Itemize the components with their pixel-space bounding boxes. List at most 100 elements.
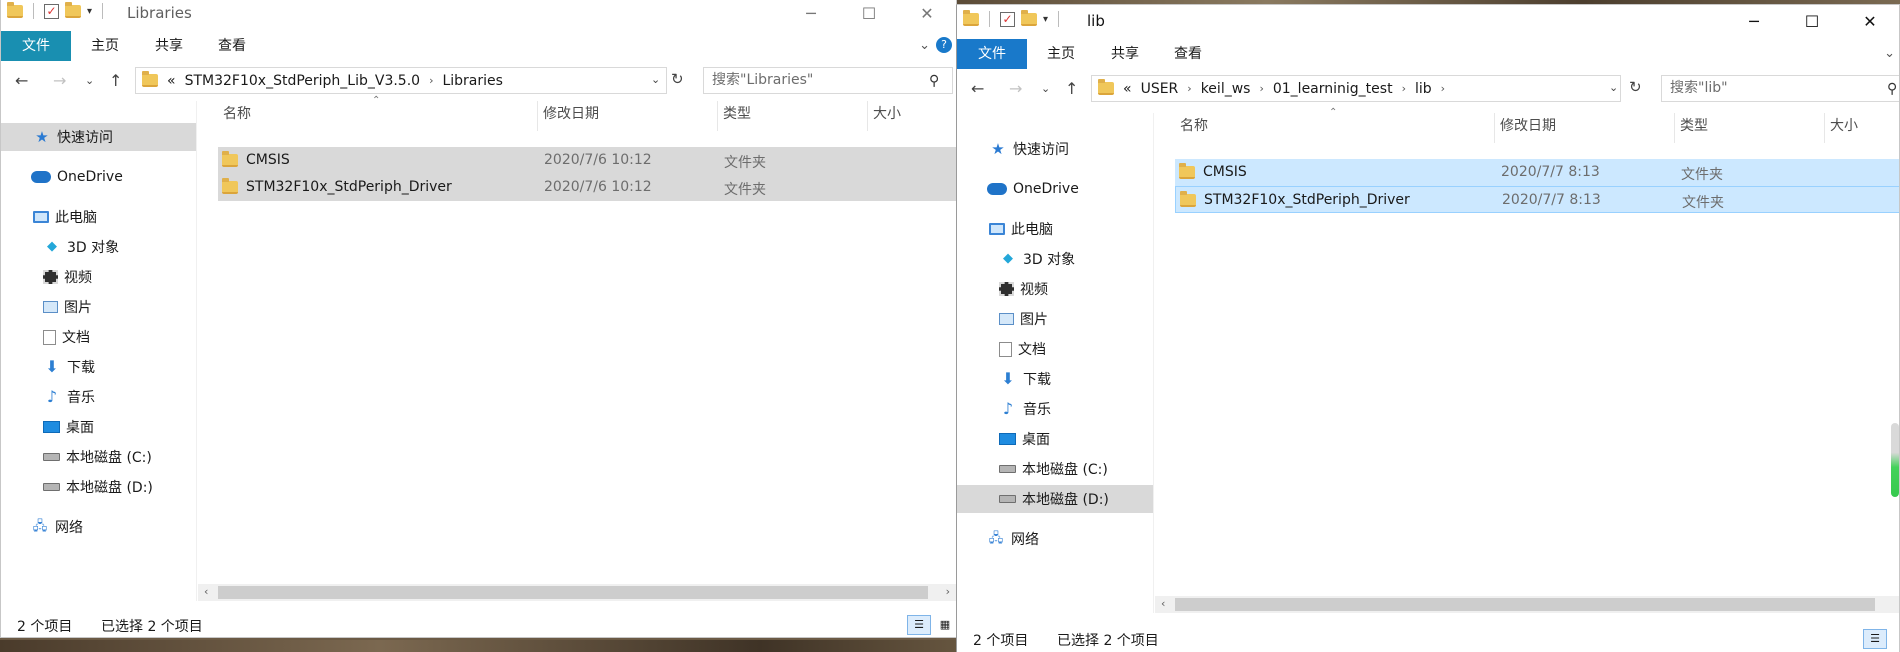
tab-share[interactable]: 共享 <box>149 31 189 61</box>
scroll-right-icon[interactable]: › <box>946 585 950 598</box>
nav-this-pc[interactable]: 此电脑 <box>1 203 196 231</box>
customize-toolbar-icon[interactable]: ▾ <box>1043 14 1048 25</box>
help-icon[interactable]: ? <box>936 37 952 53</box>
address-dropdown-icon[interactable]: ⌄ <box>651 73 660 86</box>
address-overflow[interactable]: « <box>1123 81 1132 97</box>
search-icon[interactable]: ⚲ <box>929 73 939 89</box>
nav-downloads[interactable]: ⬇ 下载 <box>1 353 196 381</box>
chevron-right-icon[interactable]: › <box>1402 82 1406 95</box>
address-bar[interactable]: « STM32F10x_StdPeriph_Lib_V3.5.0 › Libra… <box>135 67 667 94</box>
close-icon[interactable]: ✕ <box>898 0 956 29</box>
tab-home[interactable]: 主页 <box>1041 39 1081 69</box>
title-bar[interactable]: ✓ ▾ Libraries ─ ☐ ✕ <box>1 0 956 31</box>
recent-locations-icon[interactable]: ⌄ <box>1041 82 1050 95</box>
column-date[interactable]: 修改日期 <box>1495 113 1675 143</box>
refresh-icon[interactable]: ↻ <box>671 70 684 88</box>
properties-icon[interactable]: ✓ <box>1000 11 1015 27</box>
chevron-right-icon[interactable]: › <box>1187 82 1191 95</box>
nav-drive-d[interactable]: 本地磁盘 (D:) <box>957 485 1153 513</box>
new-folder-icon[interactable] <box>1021 9 1037 26</box>
nav-3d-objects[interactable]: ◆ 3D 对象 <box>1 233 196 261</box>
large-icons-view-icon[interactable]: ▦ <box>933 615 956 635</box>
minimize-icon[interactable]: ─ <box>782 0 840 29</box>
forward-arrow-icon[interactable]: → <box>53 71 66 90</box>
nav-videos[interactable]: 视频 <box>1 263 196 291</box>
search-icon[interactable]: ⚲ <box>1887 81 1897 97</box>
horizontal-scrollbar[interactable]: ‹ <box>1155 596 1899 613</box>
file-row-driver[interactable]: STM32F10x_StdPeriph_Driver 2020/7/7 8:13… <box>1175 186 1899 213</box>
horizontal-scrollbar[interactable]: ‹ › <box>198 584 956 601</box>
nav-music[interactable]: ♪ 音乐 <box>957 395 1153 423</box>
nav-3d-objects[interactable]: ◆ 3D 对象 <box>957 245 1153 273</box>
properties-icon[interactable]: ✓ <box>44 3 59 19</box>
search-input[interactable]: 搜索"Libraries" <box>703 67 953 94</box>
breadcrumb-item[interactable]: USER <box>1141 81 1179 97</box>
file-row-driver[interactable]: STM32F10x_StdPeriph_Driver 2020/7/6 10:1… <box>218 174 956 201</box>
column-type[interactable]: 类型 <box>718 101 868 131</box>
tab-file[interactable]: 文件 <box>957 39 1027 69</box>
tab-home[interactable]: 主页 <box>85 31 125 61</box>
expand-ribbon-icon[interactable]: ⌄ <box>1884 46 1895 61</box>
nav-desktop[interactable]: 桌面 <box>1 413 196 441</box>
tab-share[interactable]: 共享 <box>1105 39 1145 69</box>
chevron-right-icon[interactable]: › <box>429 74 433 87</box>
refresh-icon[interactable]: ↻ <box>1629 78 1642 96</box>
nav-quick-access[interactable]: ★ 快速访问 <box>1 123 196 151</box>
chevron-right-icon[interactable]: › <box>1441 82 1445 95</box>
nav-onedrive[interactable]: OneDrive <box>957 175 1153 203</box>
nav-pictures[interactable]: 图片 <box>957 305 1153 333</box>
close-icon[interactable]: ✕ <box>1841 5 1899 37</box>
nav-network[interactable]: 🖧 网络 <box>957 525 1153 553</box>
nav-documents[interactable]: 文档 <box>957 335 1153 363</box>
nav-drive-c[interactable]: 本地磁盘 (C:) <box>1 443 196 471</box>
breadcrumb-item[interactable]: lib <box>1415 81 1432 97</box>
scroll-left-icon[interactable]: ‹ <box>204 585 208 598</box>
nav-desktop[interactable]: 桌面 <box>957 425 1153 453</box>
nav-pictures[interactable]: 图片 <box>1 293 196 321</box>
nav-quick-access[interactable]: ★ 快速访问 <box>957 135 1153 163</box>
breadcrumb-item[interactable]: 01_learninig_test <box>1273 81 1393 97</box>
breadcrumb-item[interactable]: keil_ws <box>1201 81 1251 97</box>
title-bar[interactable]: ✓ ▾ lib ─ ☐ ✕ <box>957 5 1899 39</box>
details-view-icon[interactable]: ☰ <box>907 615 931 635</box>
recent-locations-icon[interactable]: ⌄ <box>85 74 94 87</box>
nav-drive-d[interactable]: 本地磁盘 (D:) <box>1 473 196 501</box>
column-date[interactable]: 修改日期 <box>538 101 718 131</box>
chevron-right-icon[interactable]: › <box>1259 82 1263 95</box>
address-dropdown-icon[interactable]: ⌄ <box>1609 81 1618 94</box>
nav-downloads[interactable]: ⬇ 下载 <box>957 365 1153 393</box>
scrollbar-thumb[interactable] <box>1175 598 1875 611</box>
nav-network[interactable]: 🖧 网络 <box>1 513 196 541</box>
breadcrumb-item[interactable]: Libraries <box>442 73 502 89</box>
minimize-icon[interactable]: ─ <box>1725 5 1783 37</box>
up-arrow-icon[interactable]: ↑ <box>109 71 122 90</box>
maximize-icon[interactable]: ☐ <box>840 0 898 29</box>
nav-music[interactable]: ♪ 音乐 <box>1 383 196 411</box>
tab-file[interactable]: 文件 <box>1 31 71 61</box>
nav-videos[interactable]: 视频 <box>957 275 1153 303</box>
back-arrow-icon[interactable]: ← <box>971 79 984 98</box>
nav-drive-c[interactable]: 本地磁盘 (C:) <box>957 455 1153 483</box>
details-view-icon[interactable]: ☰ <box>1863 629 1887 649</box>
file-row-cmsis[interactable]: CMSIS 2020/7/6 10:12 文件夹 <box>218 147 956 174</box>
nav-documents[interactable]: 文档 <box>1 323 196 351</box>
forward-arrow-icon[interactable]: → <box>1009 79 1022 98</box>
up-arrow-icon[interactable]: ↑ <box>1065 79 1078 98</box>
expand-ribbon-icon[interactable]: ⌄ <box>919 38 930 53</box>
breadcrumb-item[interactable]: STM32F10x_StdPeriph_Lib_V3.5.0 <box>185 73 420 89</box>
search-input[interactable]: 搜索"lib" <box>1661 75 1899 102</box>
nav-this-pc[interactable]: 此电脑 <box>957 215 1153 243</box>
tab-view[interactable]: 查看 <box>212 31 252 61</box>
back-arrow-icon[interactable]: ← <box>15 71 28 90</box>
nav-onedrive[interactable]: OneDrive <box>1 163 196 191</box>
scroll-left-icon[interactable]: ‹ <box>1161 597 1165 610</box>
address-bar[interactable]: « USER › keil_ws › 01_learninig_test › l… <box>1091 75 1621 102</box>
scrollbar-thumb[interactable] <box>218 586 928 599</box>
address-overflow[interactable]: « <box>167 73 176 89</box>
tab-view[interactable]: 查看 <box>1168 39 1208 69</box>
vertical-scrollbar-indicator[interactable] <box>1891 423 1899 497</box>
maximize-icon[interactable]: ☐ <box>1783 5 1841 37</box>
column-size[interactable]: 大小 <box>868 101 956 131</box>
new-folder-icon[interactable] <box>65 1 81 18</box>
column-size[interactable]: 大小 <box>1825 113 1899 143</box>
